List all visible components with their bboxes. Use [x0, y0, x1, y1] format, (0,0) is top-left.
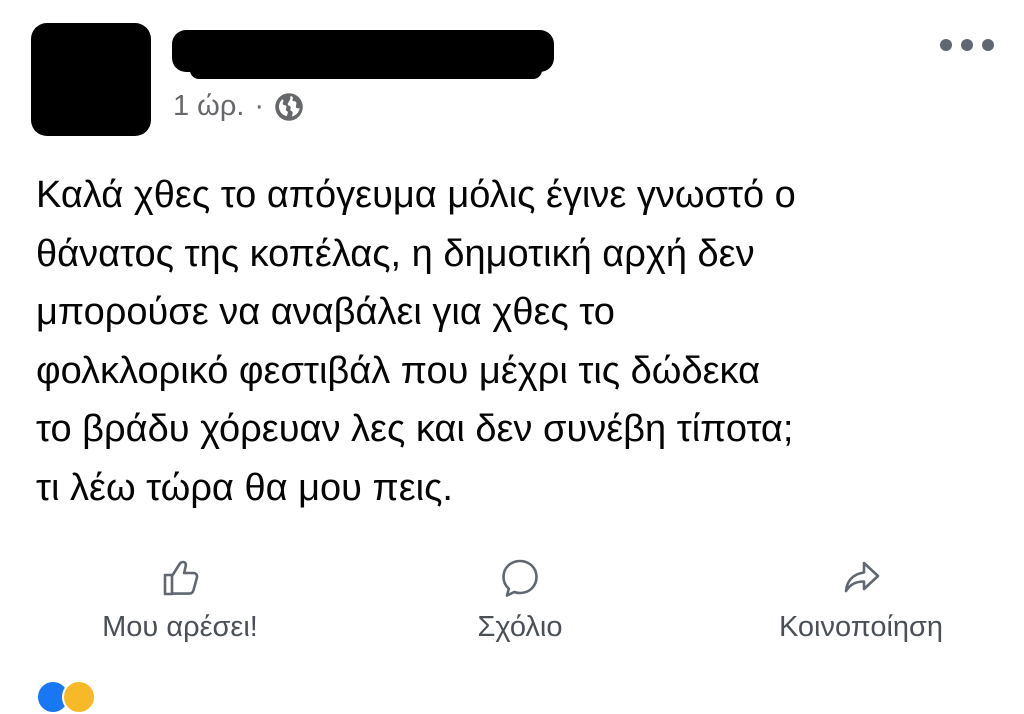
reaction-summary[interactable]	[36, 680, 136, 714]
dot	[961, 39, 973, 51]
redacted-avatar[interactable]	[31, 23, 151, 136]
meta-separator: ·	[254, 90, 265, 122]
comment-button[interactable]: Σχόλιο	[455, 555, 585, 644]
post-body-text: Καλά χθες το απόγευμα μόλις έγινε γνωστό…	[36, 174, 796, 509]
more-options-icon[interactable]	[936, 30, 998, 60]
post-timestamp[interactable]: 1 ώρ.	[173, 90, 244, 123]
post-meta: 1 ώρ. ·	[173, 90, 304, 123]
comment-label: Σχόλιο	[477, 611, 563, 643]
post-actions-bar: Μου αρέσει! Σχόλιο Κοινοποίηση	[0, 555, 1024, 655]
share-label: Κοινοποίηση	[778, 611, 944, 643]
like-button[interactable]: Μου αρέσει!	[78, 555, 282, 644]
globe-icon	[274, 92, 304, 122]
share-arrow-icon	[838, 555, 884, 601]
haha-reaction-icon	[62, 680, 96, 714]
dot	[940, 39, 952, 51]
like-label: Μου αρέσει!	[102, 611, 258, 643]
share-button[interactable]: Κοινοποίηση	[748, 555, 974, 644]
redacted-author-name[interactable]	[172, 30, 554, 79]
thumbs-up-icon	[157, 555, 203, 601]
dot	[982, 39, 994, 51]
comment-bubble-icon	[497, 555, 543, 601]
